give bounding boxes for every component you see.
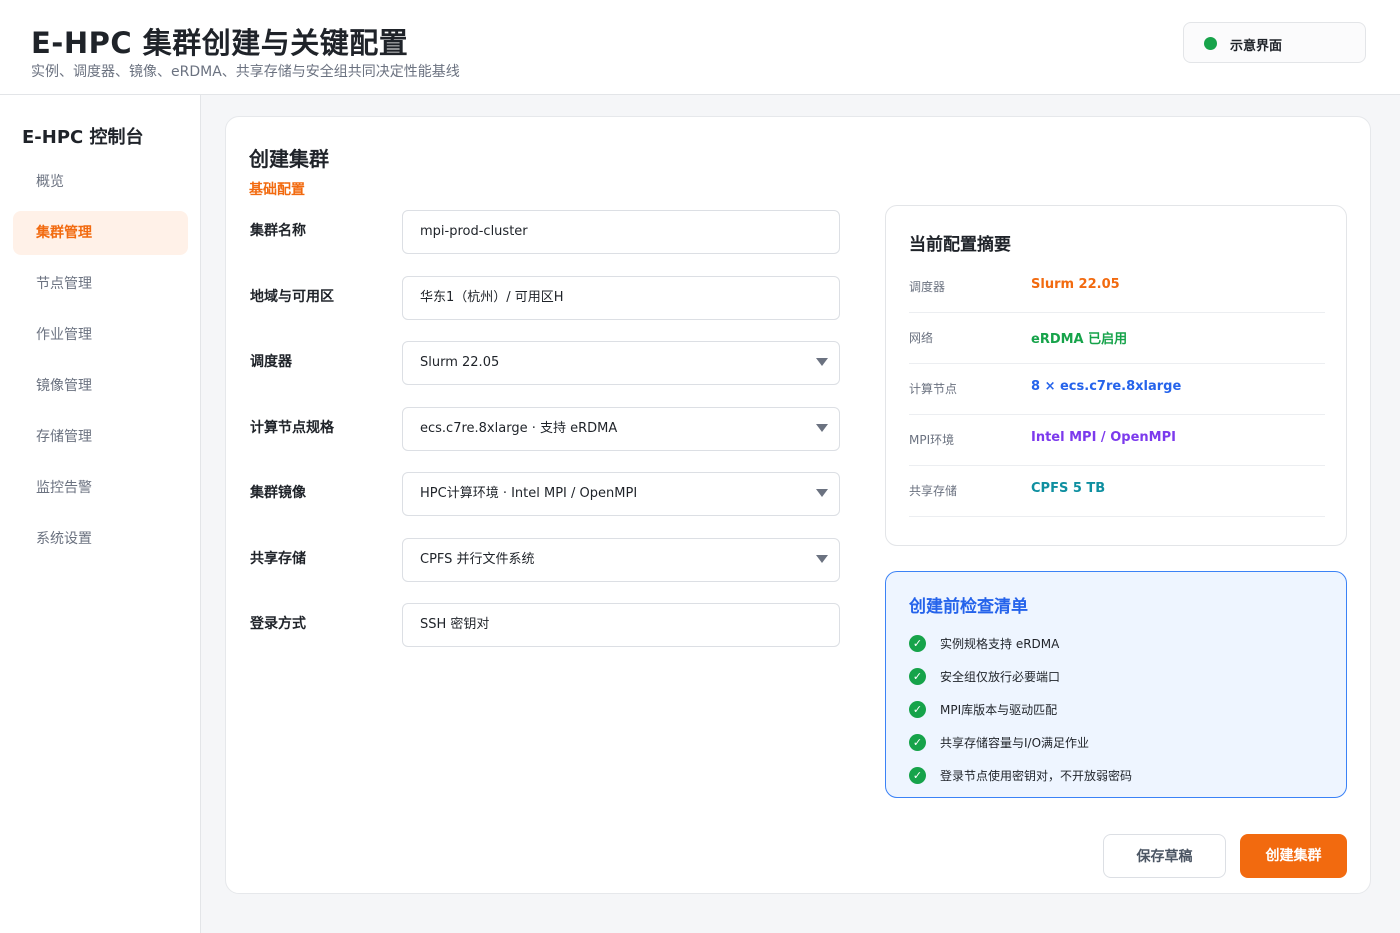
cluster-image-select[interactable]: HPC计算环境 · Intel MPI / OpenMPI: [402, 472, 840, 516]
card-title: 创建集群: [249, 147, 329, 171]
summary-row-scheduler: 调度器 Slurm 22.05: [909, 262, 1325, 313]
check-circle-icon: ✓: [909, 668, 926, 685]
check-circle-icon: ✓: [909, 767, 926, 784]
section-title: 基础配置: [249, 182, 305, 198]
create-cluster-card: 创建集群 基础配置 集群名称 mpi-prod-cluster 地域与可用区 华…: [225, 116, 1371, 894]
summary-value: Intel MPI / OpenMPI: [1031, 430, 1176, 445]
sidebar-item-job-management[interactable]: 作业管理: [13, 313, 188, 357]
node-spec-value: ecs.c7re.8xlarge · 支持 eRDMA: [420, 421, 618, 436]
check-circle-icon: ✓: [909, 701, 926, 718]
page-subtitle: 实例、调度器、镜像、eRDMA、共享存储与安全组共同决定性能基线: [31, 64, 460, 80]
summary-row-network: 网络 eRDMA 已启用: [909, 313, 1325, 364]
checklist-item-text: 安全组仅放行必要端口: [940, 670, 1061, 684]
summary-row-compute-nodes: 计算节点 8 × ecs.c7re.8xlarge: [909, 364, 1325, 415]
summary-value: CPFS 5 TB: [1031, 481, 1106, 496]
sidebar-item-overview[interactable]: 概览: [13, 160, 188, 204]
sidebar-item-storage-management[interactable]: 存储管理: [13, 415, 188, 459]
sidebar-item-monitoring-alerts[interactable]: 监控告警: [13, 466, 188, 510]
check-circle-icon: ✓: [909, 635, 926, 652]
checklist-item-text: MPI库版本与驱动匹配: [940, 703, 1058, 717]
page-header: E-HPC 集群创建与关键配置 实例、调度器、镜像、eRDMA、共享存储与安全组…: [0, 0, 1400, 95]
pre-create-checklist: 创建前检查清单 ✓ 实例规格支持 eRDMA ✓ 安全组仅放行必要端口 ✓ MP…: [885, 571, 1347, 798]
create-cluster-button[interactable]: 创建集群: [1240, 834, 1347, 878]
shared-storage-select[interactable]: CPFS 并行文件系统: [402, 538, 840, 582]
login-method-label: 登录方式: [250, 616, 306, 632]
summary-key: MPI环境: [909, 433, 955, 447]
chevron-down-icon: [816, 358, 828, 366]
login-method-input[interactable]: SSH 密钥对: [402, 603, 840, 647]
node-spec-select[interactable]: ecs.c7re.8xlarge · 支持 eRDMA: [402, 407, 840, 451]
chevron-down-icon: [816, 489, 828, 497]
summary-key: 调度器: [909, 280, 946, 294]
checklist-title: 创建前检查清单: [909, 597, 1028, 617]
sidebar-item-system-settings[interactable]: 系统设置: [13, 517, 188, 561]
cluster-name-label: 集群名称: [250, 223, 306, 239]
page-title: E-HPC 集群创建与关键配置: [31, 26, 409, 60]
checklist-item-text: 登录节点使用密钥对，不开放弱密码: [940, 769, 1133, 783]
cluster-name-input[interactable]: mpi-prod-cluster: [402, 210, 840, 254]
shared-storage-value: CPFS 并行文件系统: [420, 552, 535, 567]
sidebar: E-HPC 控制台 概览 集群管理 节点管理 作业管理 镜像管理 存储管理 监控…: [0, 95, 201, 933]
scheduler-value: Slurm 22.05: [420, 355, 500, 370]
region-zone-input[interactable]: 华东1（杭州）/ 可用区H: [402, 276, 840, 320]
region-zone-label: 地域与可用区: [250, 289, 334, 305]
summary-value: 8 × ecs.c7re.8xlarge: [1031, 379, 1182, 394]
node-spec-label: 计算节点规格: [250, 420, 334, 436]
check-circle-icon: ✓: [909, 734, 926, 751]
status-dot-icon: [1204, 37, 1217, 50]
checklist-item-text: 实例规格支持 eRDMA: [940, 637, 1060, 651]
sidebar-item-image-management[interactable]: 镜像管理: [13, 364, 188, 408]
summary-key: 计算节点: [909, 382, 958, 396]
save-draft-button[interactable]: 保存草稿: [1103, 834, 1226, 878]
cluster-image-label: 集群镜像: [250, 485, 306, 501]
scheduler-select[interactable]: Slurm 22.05: [402, 341, 840, 385]
scheduler-label: 调度器: [250, 354, 292, 370]
sidebar-item-node-management[interactable]: 节点管理: [13, 262, 188, 306]
summary-row-storage: 共享存储 CPFS 5 TB: [909, 466, 1325, 517]
chevron-down-icon: [816, 424, 828, 432]
summary-row-mpi: MPI环境 Intel MPI / OpenMPI: [909, 415, 1325, 466]
cluster-image-value: HPC计算环境 · Intel MPI / OpenMPI: [420, 486, 638, 501]
summary-key: 共享存储: [909, 484, 958, 498]
summary-value: eRDMA 已启用: [1031, 332, 1128, 347]
status-label: 示意界面: [1230, 39, 1283, 54]
checklist-item-text: 共享存储容量与I/O满足作业: [940, 736, 1090, 750]
chevron-down-icon: [816, 555, 828, 563]
summary-title: 当前配置摘要: [909, 235, 1011, 255]
shared-storage-label: 共享存储: [250, 551, 306, 567]
status-badge: 示意界面: [1183, 22, 1366, 63]
sidebar-item-cluster-management[interactable]: 集群管理: [13, 211, 188, 255]
config-summary-panel: 当前配置摘要 调度器 Slurm 22.05 网络 eRDMA 已启用 计算节点…: [885, 205, 1347, 546]
sidebar-brand: E-HPC 控制台: [22, 127, 144, 148]
summary-value: Slurm 22.05: [1031, 277, 1120, 292]
summary-key: 网络: [909, 331, 934, 345]
